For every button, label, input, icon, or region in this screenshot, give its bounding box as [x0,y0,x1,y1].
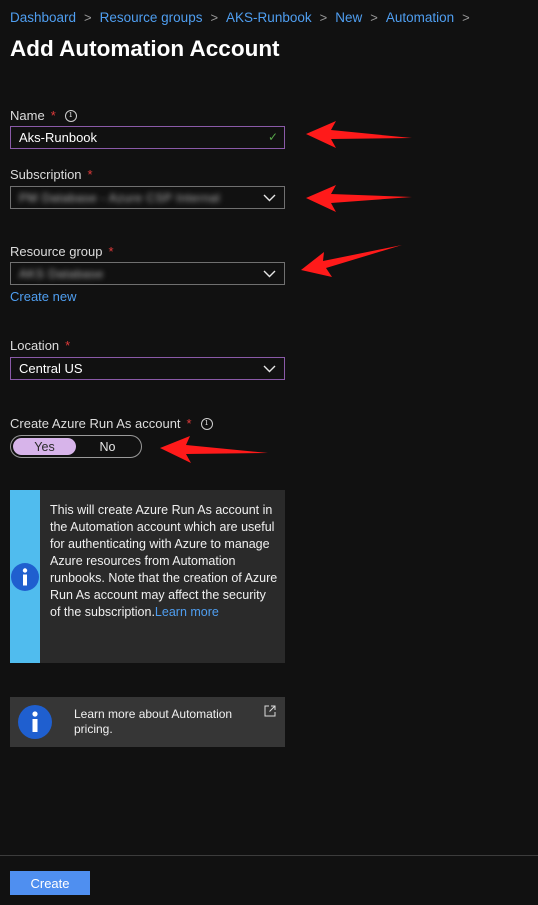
annotation-arrow [306,185,412,212]
breadcrumb-separator: > [84,10,92,25]
breadcrumb-automation[interactable]: Automation [386,10,454,25]
info-icon[interactable]: i [200,417,213,430]
info-text: This will create Azure Run As account in… [40,490,285,663]
location-dropdown[interactable]: Central US [10,357,285,380]
page-title: Add Automation Account [10,36,280,61]
checkmark-icon: ✓ [267,130,278,144]
name-field[interactable]: ✓ [10,126,285,149]
run-as-label: Create Azure Run As account * i [10,416,213,431]
subscription-value: PM Database - Azure CSP Internal [19,190,221,205]
breadcrumb-separator: > [370,10,378,25]
learn-more-link[interactable]: Learn more [155,605,219,619]
required-marker: * [50,108,56,123]
pricing-link-text[interactable]: Learn more about Automation pricing. [74,707,244,737]
name-input[interactable] [19,130,249,145]
location-label: Location * [10,338,70,353]
breadcrumb-resource-groups[interactable]: Resource groups [100,10,203,25]
pricing-icon-wrap [10,704,60,740]
required-marker: * [65,338,71,353]
info-circle-icon [11,562,39,591]
required-marker: * [87,167,93,182]
pricing-info-box[interactable]: Learn more about Automation pricing. [10,697,285,747]
name-label: Name * i [10,108,77,123]
external-link-icon[interactable] [264,705,276,717]
name-label-text: Name [10,108,45,123]
annotation-arrow [306,121,412,148]
run-as-label-text: Create Azure Run As account [10,416,181,431]
chevron-down-icon [263,270,276,278]
info-icon[interactable]: i [64,109,77,122]
resource-group-value: AKS Database [19,266,104,281]
info-stripe [10,490,40,663]
annotation-arrow [301,245,402,277]
breadcrumb-separator: > [319,10,328,25]
annotation-arrow [160,436,268,463]
subscription-dropdown[interactable]: PM Database - Azure CSP Internal [10,186,285,209]
chevron-down-icon [263,194,276,202]
create-new-link[interactable]: Create new [10,289,76,304]
info-circle-icon [18,705,52,739]
run-as-info-box: This will create Azure Run As account in… [10,490,285,663]
create-button[interactable]: Create [10,871,90,895]
required-marker: * [108,244,114,259]
breadcrumb-dashboard[interactable]: Dashboard [10,10,76,25]
breadcrumb-separator: > [210,10,219,25]
resource-group-dropdown[interactable]: AKS Database [10,262,285,285]
toggle-yes-option[interactable]: Yes [13,438,76,455]
toggle-no-option[interactable]: No [76,438,139,455]
subscription-label-text: Subscription [10,167,82,182]
required-marker: * [186,416,192,431]
breadcrumb-separator: > [462,10,470,25]
resource-group-label-text: Resource group [10,244,103,259]
location-value: Central US [19,361,83,376]
run-as-toggle[interactable]: Yes No [10,435,142,458]
breadcrumb-aks-runbook[interactable]: AKS-Runbook [226,10,312,25]
breadcrumb-new[interactable]: New [335,10,362,25]
info-message: This will create Azure Run As account in… [50,503,278,619]
breadcrumb: Dashboard > Resource groups > AKS-Runboo… [10,10,478,25]
chevron-down-icon [263,365,276,373]
resource-group-label: Resource group * [10,244,114,259]
location-label-text: Location [10,338,60,353]
footer-divider [0,855,538,856]
subscription-label: Subscription * [10,167,93,182]
